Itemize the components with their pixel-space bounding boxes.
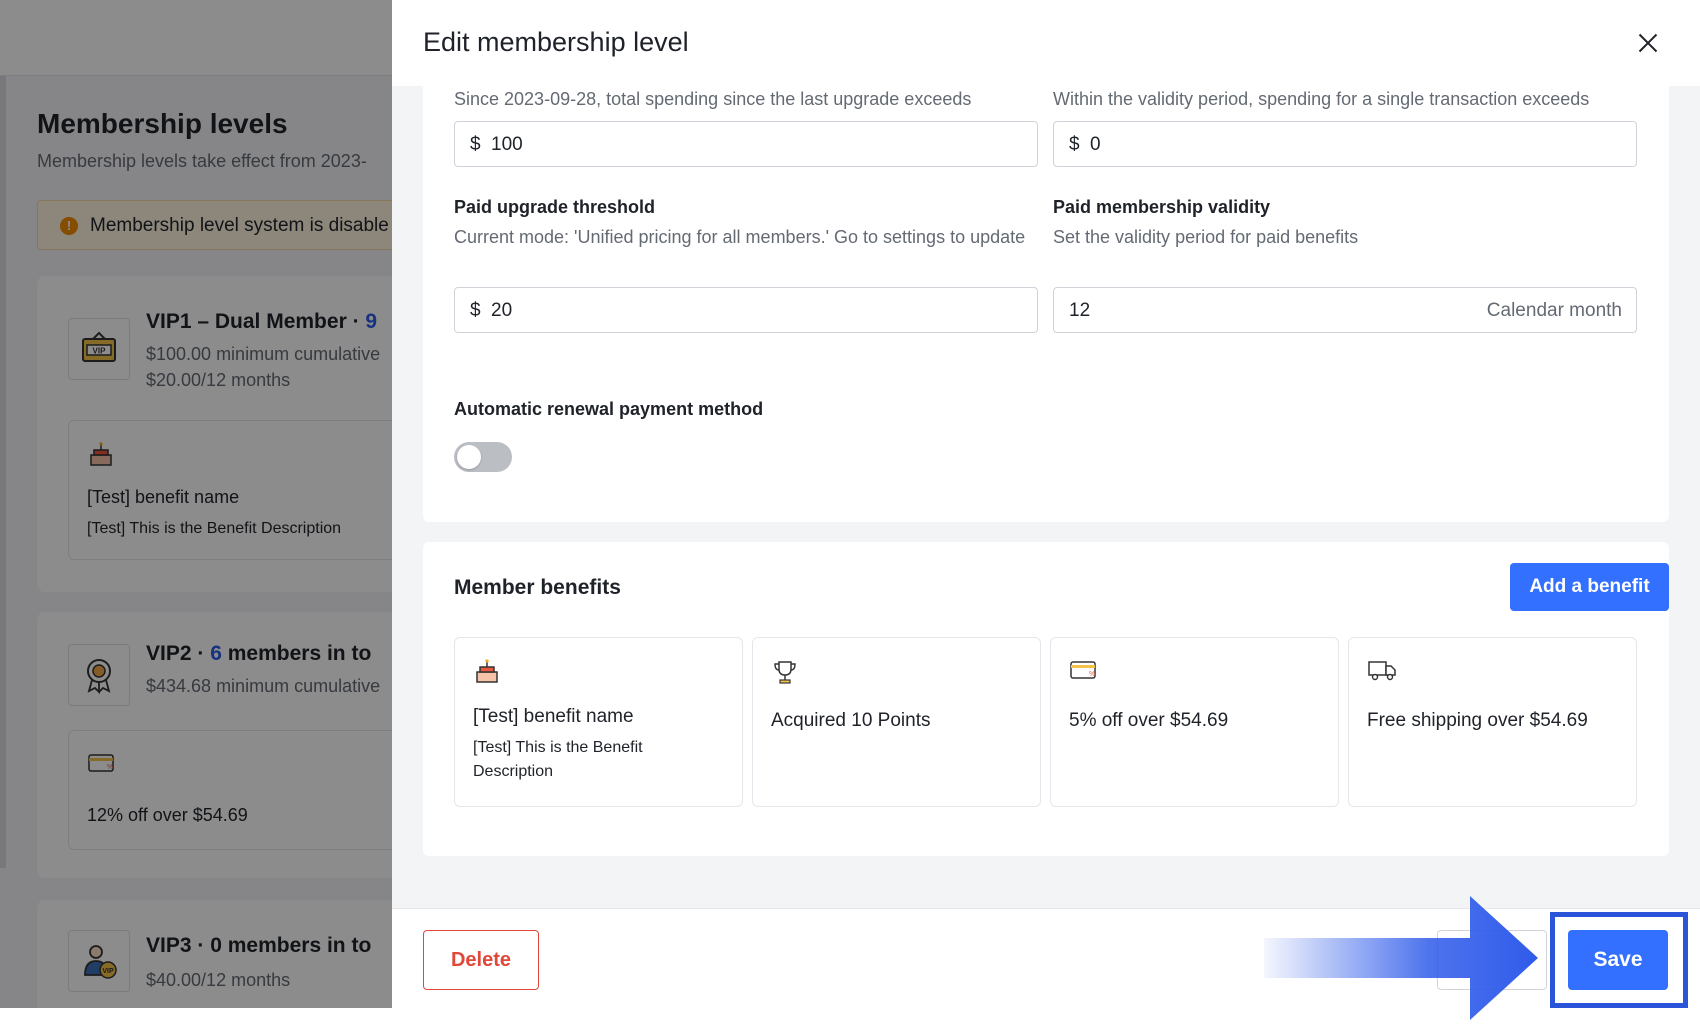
single-transaction-help: Within the validity period, spending for… (1053, 89, 1590, 109)
paid-threshold-label: Paid upgrade threshold (454, 197, 656, 217)
pointer-arrow-icon (1264, 896, 1538, 1020)
modal-overlay[interactable] (0, 0, 392, 1008)
cake-icon (473, 658, 501, 691)
benefit-card[interactable]: [Test] benefit name [Test] This is the B… (454, 637, 743, 807)
member-benefits-section: Member benefits Add a benefit [Test] ben… (423, 542, 1669, 856)
toggle-knob (457, 445, 481, 469)
benefit-name: [Test] benefit name (473, 706, 634, 727)
input-value: 20 (491, 300, 513, 321)
edit-level-drawer: Edit membership level Since 2023-09-28, … (392, 0, 1700, 1008)
input-value: 0 (1090, 134, 1101, 155)
delete-button[interactable]: Delete (423, 930, 539, 990)
validity-label: Paid membership validity (1053, 197, 1271, 217)
benefit-name: 5% off over $54.69 (1069, 710, 1229, 731)
drawer-title: Edit membership level (423, 27, 689, 57)
paid-threshold-help: Current mode: 'Unified pricing for all m… (454, 227, 1026, 247)
benefit-name: Acquired 10 Points (771, 710, 931, 731)
benefit-name: Free shipping over $54.69 (1367, 710, 1588, 731)
currency-prefix: $ (470, 134, 481, 155)
benefit-description: [Test] This is the Benefit Description (473, 739, 643, 780)
currency-prefix: $ (1069, 134, 1080, 155)
paid-threshold-input[interactable]: $ 20 (454, 287, 1038, 333)
trophy-icon (771, 658, 799, 691)
benefits-title: Member benefits (454, 576, 621, 599)
validity-input[interactable]: 12 Calendar month (1053, 287, 1637, 333)
add-benefit-button[interactable]: Add a benefit (1510, 563, 1669, 611)
benefit-card[interactable]: Free shipping over $54.69 (1348, 637, 1637, 807)
auto-renew-label: Automatic renewal payment method (454, 399, 764, 419)
upgrade-settings-section: Since 2023-09-28, total spending since t… (423, 86, 1669, 522)
discount-card-icon: % (1069, 658, 1097, 687)
currency-prefix: $ (470, 300, 481, 321)
spend-since-input[interactable]: $ 100 (454, 121, 1038, 167)
benefit-card[interactable]: Acquired 10 Points (752, 637, 1041, 807)
svg-text:%: % (1089, 671, 1095, 678)
save-button[interactable]: Save (1568, 930, 1668, 990)
spend-since-help: Since 2023-09-28, total spending since t… (454, 89, 972, 109)
validity-unit: Calendar month (1486, 300, 1622, 321)
validity-help: Set the validity period for paid benefit… (1053, 227, 1359, 247)
auto-renew-toggle[interactable] (454, 442, 512, 472)
single-transaction-input[interactable]: $ 0 (1053, 121, 1637, 167)
close-icon[interactable] (1633, 28, 1663, 58)
input-value: 100 (491, 134, 523, 155)
drawer-header: Edit membership level (392, 0, 1700, 86)
input-value: 12 (1069, 300, 1091, 321)
truck-icon (1367, 658, 1397, 687)
benefit-card[interactable]: % 5% off over $54.69 (1050, 637, 1339, 807)
